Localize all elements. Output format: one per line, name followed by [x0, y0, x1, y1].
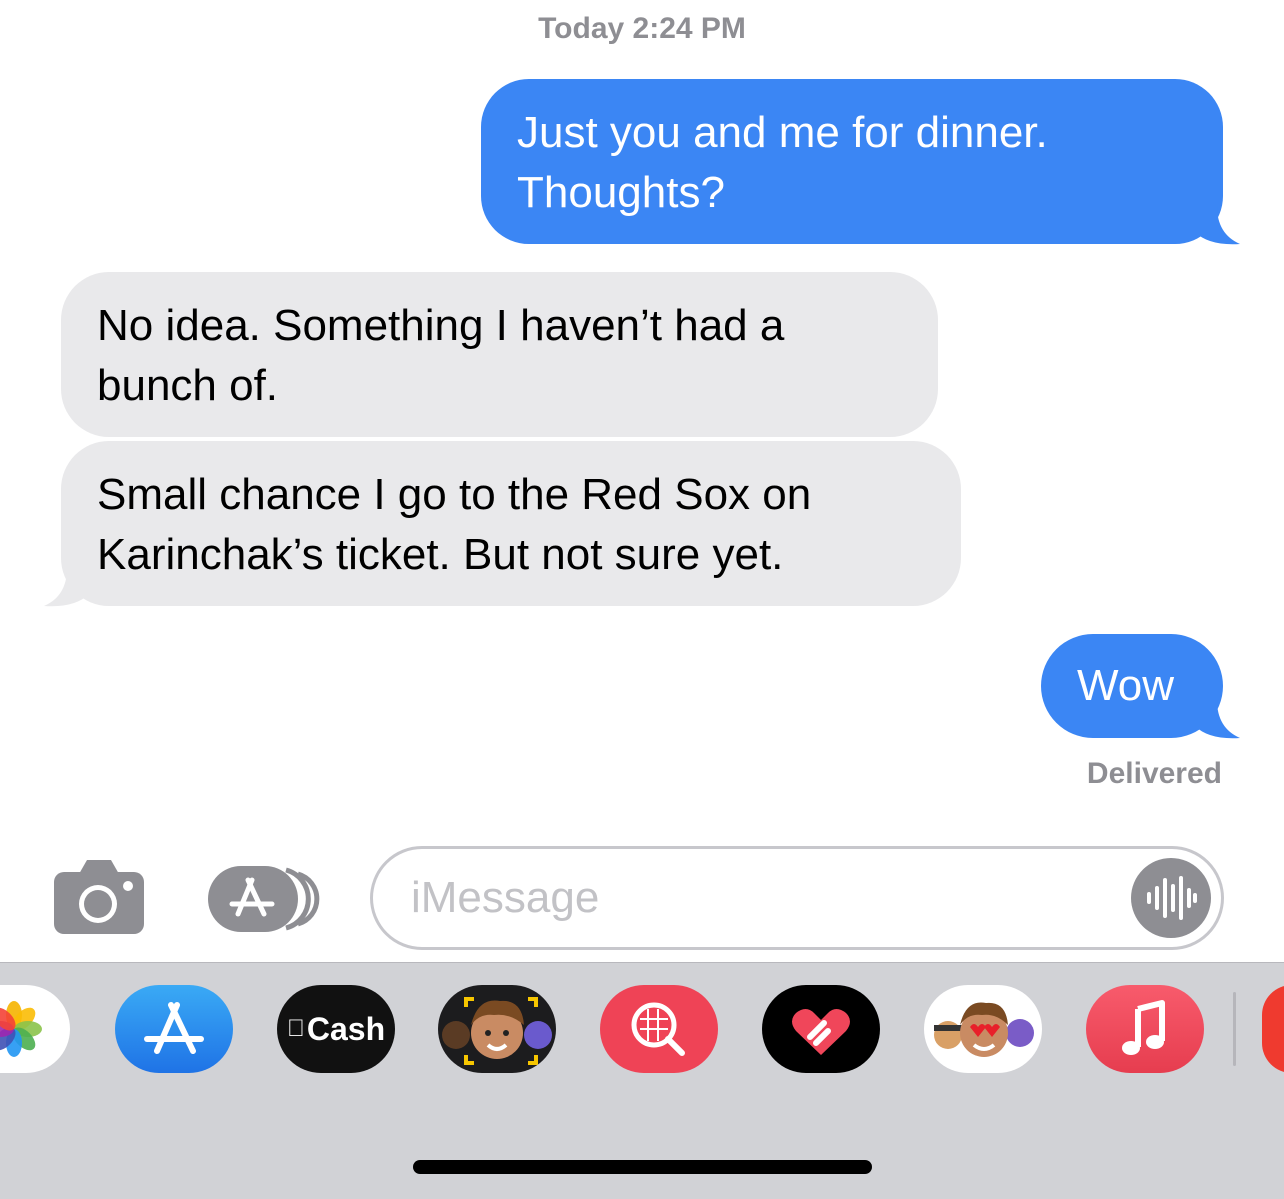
bubble-tail: [44, 568, 89, 607]
bubble-tail: [1195, 700, 1240, 739]
apple-cash-label: Cash: [297, 1010, 385, 1047]
dictation-button[interactable]: [1131, 858, 1211, 938]
received-message-bubble[interactable]: Small chance I go to the Red Sox on Kari…: [61, 441, 961, 606]
sent-message-bubble[interactable]: Just you and me for dinner. Thoughts?: [481, 79, 1223, 244]
message-input[interactable]: iMessage: [370, 846, 1224, 950]
message-line: No idea. Something I haven’t had a: [97, 301, 785, 350]
animoji-icon: [934, 1002, 1034, 1057]
digital-touch-icon: [792, 1009, 850, 1055]
bubble-tail: [1195, 206, 1240, 245]
camera-button[interactable]: [54, 860, 144, 934]
waveform-icon: [1147, 876, 1197, 920]
apps-button[interactable]: [208, 866, 320, 932]
message-line: Small chance I go to the Red Sox on: [97, 470, 812, 519]
app-drawer-apple-cash[interactable]: Cash: [277, 985, 395, 1073]
app-drawer-app-store[interactable]: [115, 985, 233, 1073]
camera-icon: [54, 860, 144, 934]
message-line: bunch of.: [97, 361, 279, 410]
app-drawer-divider: [1233, 992, 1236, 1066]
home-indicator[interactable]: [413, 1160, 872, 1174]
delivery-status: Delivered: [1086, 757, 1222, 790]
app-store-icon: [208, 866, 320, 932]
memoji-stickers-icon: [442, 997, 552, 1065]
app-drawer-animoji[interactable]: [924, 985, 1042, 1073]
message-line: Karinchak’s ticket. But not sure yet.: [97, 530, 784, 579]
images-search-icon: [631, 1002, 685, 1056]
message-input-placeholder: iMessage: [411, 873, 600, 922]
conversation-timestamp: Today 2:24 PM: [538, 12, 746, 45]
received-message-bubble[interactable]: No idea. Something I haven’t had a bunch…: [61, 272, 938, 437]
drawer-separator: [0, 962, 1284, 963]
app-store-icon: [144, 1002, 204, 1054]
app-drawer-images[interactable]: [600, 985, 718, 1073]
music-icon: [1122, 1000, 1165, 1055]
message-line: Thoughts?: [517, 168, 725, 217]
app-drawer-digital-touch[interactable]: [762, 985, 880, 1073]
message-line: Just you and me for dinner.: [517, 108, 1048, 157]
app-drawer-music[interactable]: [1086, 985, 1204, 1073]
apple-cash-icon: Cash: [277, 985, 395, 1073]
app-drawer-memoji[interactable]: [438, 985, 556, 1073]
message-line: Wow: [1077, 661, 1174, 710]
